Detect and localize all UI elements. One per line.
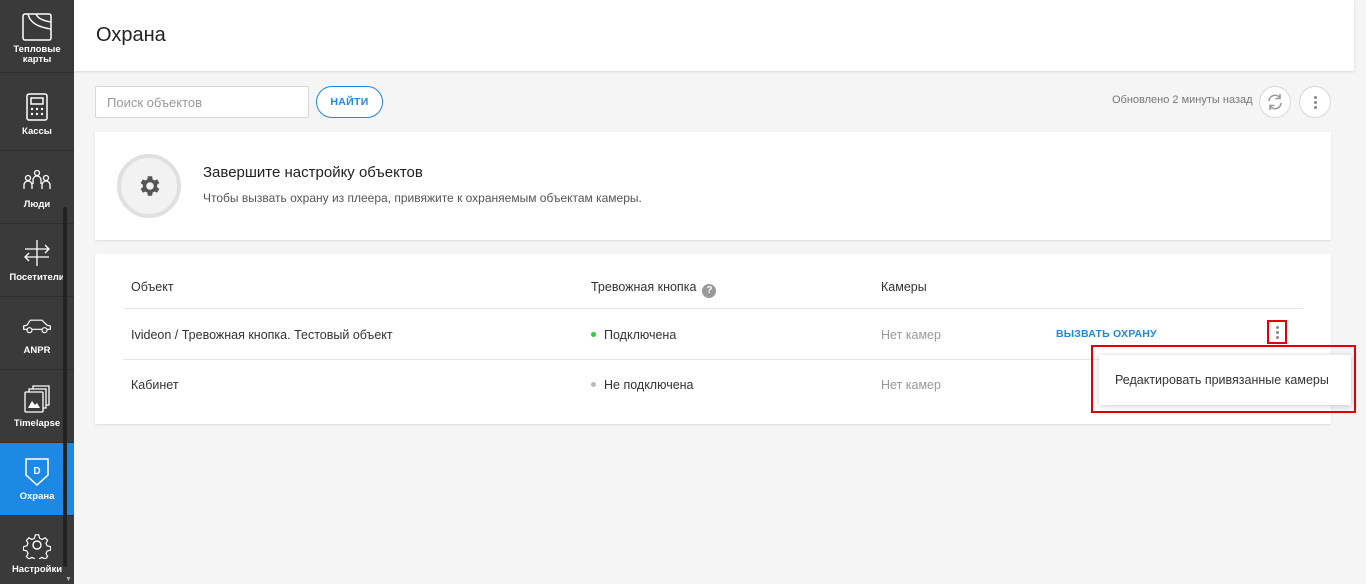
edit-linked-cameras-menu-item[interactable]: Редактировать привязанные камеры	[1115, 373, 1329, 387]
column-header-alarm: Тревожная кнопка?	[591, 280, 717, 298]
shield-icon: D	[22, 457, 52, 487]
car-icon	[22, 311, 52, 341]
gear-icon	[22, 530, 52, 560]
column-header-cameras: Камеры	[881, 280, 927, 294]
more-vertical-icon	[1275, 325, 1279, 340]
table-cell-object: Кабинет	[131, 378, 179, 392]
sidebar-item-label: Тепловые карты	[13, 44, 61, 65]
cash-register-icon	[22, 92, 52, 122]
divider	[123, 308, 1303, 309]
sidebar-item-cash[interactable]: Кассы	[0, 78, 74, 151]
setup-title: Завершите настройку объектов	[203, 164, 423, 181]
table-cell-object: Ivideon / Тревожная кнопка. Тестовый объ…	[131, 328, 393, 342]
page-title: Охрана	[96, 24, 166, 46]
sidebar-item-label: Люди	[23, 199, 51, 210]
table-cell-status: Подключена	[591, 328, 676, 342]
setup-notice-card: Завершите настройку объектов Чтобы вызва…	[95, 132, 1331, 240]
status-label: Не подключена	[604, 378, 694, 392]
table-cell-status: Не подключена	[591, 378, 694, 392]
people-icon	[22, 165, 52, 195]
settings-gear-icon	[117, 154, 181, 218]
table-cell-cameras: Нет камер	[881, 328, 941, 342]
updated-status: Обновлено 2 минуты назад	[1112, 94, 1253, 106]
column-header-object: Объект	[131, 280, 174, 294]
sidebar: Тепловые карты Кассы Люди Посетители ANP…	[0, 0, 74, 584]
sidebar-item-label: Timelapse	[13, 418, 61, 429]
more-vertical-icon	[1313, 95, 1317, 110]
page-header: Охрана	[74, 0, 1354, 71]
call-security-button[interactable]: ВЫЗВАТЬ ОХРАНУ	[1056, 328, 1157, 340]
column-header-alarm-label: Тревожная кнопка	[591, 280, 697, 294]
find-button[interactable]: НАЙТИ	[316, 86, 383, 118]
row-menu-button[interactable]	[1267, 320, 1287, 344]
status-dot-icon	[591, 332, 596, 337]
sidebar-item-label: Посетители	[9, 272, 65, 283]
scroll-down-icon[interactable]: ▼	[65, 576, 72, 583]
sidebar-item-label: Охрана	[19, 491, 55, 502]
status-dot-icon	[591, 382, 596, 387]
sidebar-item-label: ANPR	[23, 345, 51, 356]
sidebar-item-heatmaps[interactable]: Тепловые карты	[0, 0, 74, 73]
heatmap-icon	[22, 12, 52, 42]
row-dropdown-menu: Редактировать привязанные камеры	[1099, 355, 1351, 405]
help-icon[interactable]: ?	[702, 283, 717, 298]
sidebar-item-label: Кассы	[22, 126, 52, 137]
timelapse-icon	[22, 384, 52, 414]
setup-description: Чтобы вызвать охрану из плеера, привяжит…	[203, 191, 642, 205]
table-cell-cameras: Нет камер	[881, 378, 941, 392]
more-options-button[interactable]	[1299, 86, 1331, 118]
sidebar-item-label: Настройки	[11, 564, 63, 575]
visitors-icon	[22, 238, 52, 268]
svg-text:D: D	[33, 466, 40, 477]
status-label: Подключена	[604, 328, 677, 342]
refresh-button[interactable]	[1259, 86, 1291, 118]
refresh-icon	[1268, 94, 1282, 110]
sidebar-scrollbar[interactable]	[63, 207, 67, 567]
search-input[interactable]	[95, 86, 309, 118]
